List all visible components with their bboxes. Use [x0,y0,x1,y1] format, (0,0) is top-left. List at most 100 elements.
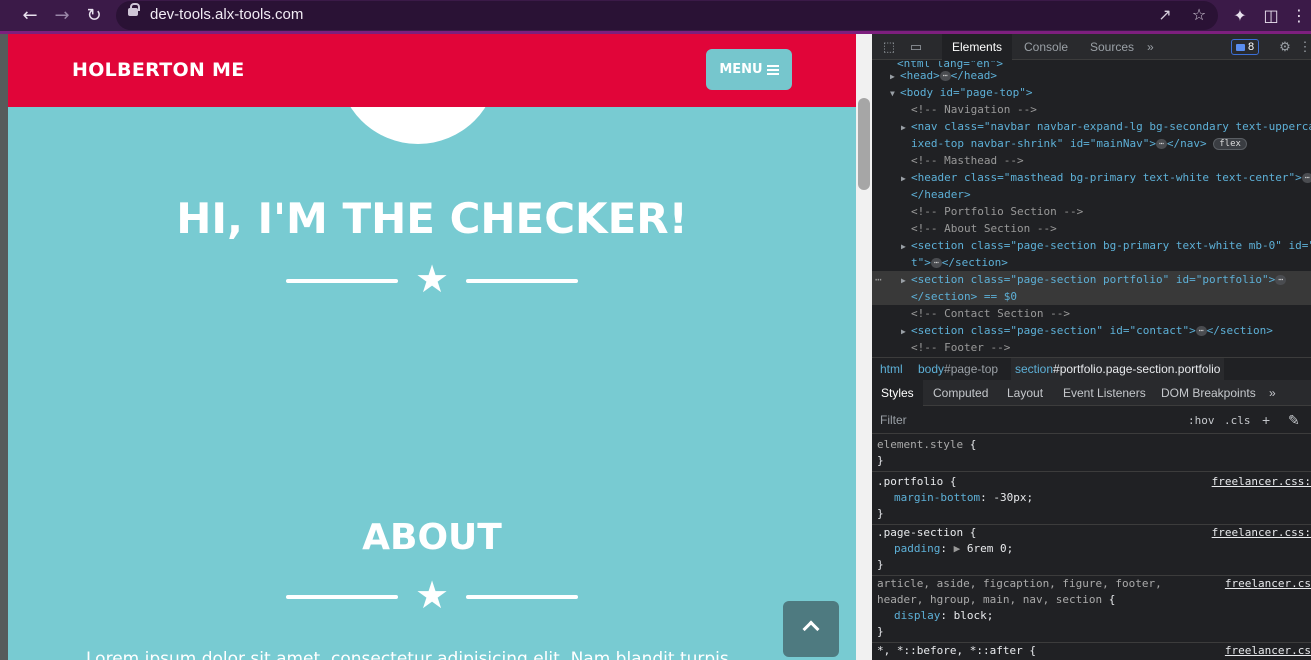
rule-selector-cont[interactable]: header, hgroup, main, nav, section { [877,592,1115,608]
paint-brush-icon[interactable]: ✎ [1288,407,1300,434]
tab-styles[interactable]: Styles [872,380,923,406]
breadcrumb-body[interactable]: body#page-top [918,358,998,380]
rule-source-link[interactable]: freelancer.css: [1212,474,1311,490]
side-panel-icon[interactable]: ◫ [1259,4,1283,28]
cls-toggle[interactable]: .cls [1224,407,1251,434]
issues-badge[interactable]: 8 [1231,39,1260,55]
collapsed-ellipsis-icon[interactable]: ⋯ [930,258,942,268]
browser-menu-icon[interactable]: ⋮ [1287,4,1311,28]
bookmark-star-icon[interactable]: ☆ [1188,4,1210,26]
site-brand[interactable]: HOLBERTON ME [72,59,245,81]
more-tabs-icon[interactable]: » [1137,34,1164,60]
forward-arrow-icon[interactable]: → [50,4,74,28]
tab-elements[interactable]: Elements [942,34,1013,60]
collapsed-ellipsis-icon[interactable]: ⋯ [1195,326,1207,336]
collapsed-ellipsis-icon[interactable]: ⋯ [1156,139,1167,149]
dom-node[interactable]: ▶ <section class="page-section" id="conta… [872,322,1311,339]
add-rule-plus-icon[interactable]: + [1262,407,1270,434]
dom-comment-text: <!-- Contact Section --> [911,307,1070,320]
more-subtabs-icon[interactable]: » [1260,380,1285,406]
scrollbar-thumb[interactable] [858,98,870,190]
collapsed-ellipsis-icon[interactable]: ⋯ [1275,275,1287,285]
devtools-menu-icon[interactable]: ⋮ [1296,38,1311,56]
dom-node-selected-cont[interactable]: </section> == $0 [872,288,1311,305]
expand-triangle-icon[interactable]: ▶ [890,68,900,85]
page-scrollbar[interactable] [856,34,872,660]
property-name: margin-bottom [894,491,981,504]
reload-icon[interactable]: ↻ [82,4,106,28]
breadcrumb-html[interactable]: html [880,358,903,380]
breadcrumb-section[interactable]: section#portfolio.page-section.portfolio [1011,358,1225,380]
address-bar[interactable]: dev-tools.alx-tools.com ↗ ☆ [116,1,1218,30]
dom-node[interactable]: ▶ <head> ⋯ </head> [872,67,1311,84]
collapsed-ellipsis-icon[interactable]: ⋯ [939,71,951,81]
property-name: padding [894,542,941,555]
expand-triangle-icon[interactable]: ▶ [901,323,911,340]
selector-text: header, hgroup, main, nav, section [877,593,1103,606]
expand-triangle-icon[interactable]: ▶ [901,119,911,136]
inspect-element-icon[interactable]: ⬚ [880,38,898,56]
rule-close: } [877,625,884,638]
hov-toggle[interactable]: :hov [1188,407,1215,434]
site-navbar: HOLBERTON ME MENU [8,34,856,107]
expand-triangle-icon[interactable]: ▶ [901,170,911,187]
property-value: 6rem 0; [966,542,1014,555]
url-text[interactable]: dev-tools.alx-tools.com [150,6,303,23]
dom-comment[interactable]: <!-- About Section --> [872,220,1311,237]
dom-node-text: <body id="page-top"> [900,86,1033,99]
rule-source-link[interactable]: freelancer.css: [1212,525,1311,541]
tab-sources[interactable]: Sources [1080,34,1144,60]
settings-gear-icon[interactable]: ⚙ [1276,38,1294,56]
rule-selector[interactable]: article, aside, figcaption, figure, foot… [877,576,1162,592]
dom-node[interactable]: ▶ <header class="masthead bg-primary text… [872,169,1311,186]
collapsed-ellipsis-icon[interactable]: ⋯ [1301,173,1311,183]
extensions-puzzle-icon[interactable]: ✦ [1228,4,1252,28]
collapse-triangle-icon[interactable]: ▼ [890,85,900,102]
tab-console[interactable]: Console [1014,34,1078,60]
dom-node[interactable]: ▼ <body id="page-top"> [872,84,1311,101]
rule-source-link[interactable]: freelancer.cs [1225,643,1311,659]
star-icon: ★ [414,257,450,301]
message-icon [1236,43,1245,51]
dom-comment[interactable]: <!-- Navigation --> [872,101,1311,118]
back-arrow-icon[interactable]: ← [18,4,42,28]
rule-property[interactable]: padding: ▶ 6rem 0; [894,541,1013,557]
scroll-to-top-button[interactable] [783,601,839,657]
about-text: Lorem ipsum dolor sit amet, consectetur … [86,649,729,660]
rule-selector[interactable]: element.style { [877,437,976,453]
dom-node-cont[interactable]: </header> [872,186,1311,203]
flex-badge[interactable]: flex [1213,138,1247,150]
dom-node[interactable]: ▶ <nav class="navbar navbar-expand-lg bg-… [872,118,1311,135]
rule-selector[interactable]: *, *::before, *::after { [877,643,1036,659]
lock-icon[interactable] [128,3,140,16]
dom-node-cont[interactable]: t"> ⋯ </section> [872,254,1311,271]
rule-source-link[interactable]: freelancer.cs [1225,576,1311,592]
menu-button[interactable]: MENU [706,49,792,90]
device-toolbar-icon[interactable]: ▭ [907,38,925,56]
rule-selector[interactable]: .portfolio { [877,474,956,490]
share-icon[interactable]: ↗ [1154,4,1176,26]
tab-dom-breakpoints[interactable]: DOM Breakpoints [1152,380,1265,406]
styles-filter-input[interactable]: Filter [880,407,907,434]
rule-selector[interactable]: .page-section { [877,525,976,541]
dom-tree[interactable]: <html lang="en"> ▶ <head> ⋯ </head> ▼ <body … [872,61,1311,355]
rule-property[interactable]: margin-bottom: -30px; [894,490,1033,506]
tab-computed[interactable]: Computed [924,380,997,406]
dom-comment[interactable]: <!-- Portfolio Section --> [872,203,1311,220]
dom-node[interactable]: ▶ <section class="page-section bg-primary… [872,237,1311,254]
dom-node-text: </header> [911,188,971,201]
dom-comment[interactable]: <!-- Contact Section --> [872,305,1311,322]
dom-comment-text: <!-- Portfolio Section --> [911,205,1084,218]
node-menu-ellipsis-icon[interactable]: ⋯ [875,271,901,288]
rule-property[interactable]: display: block; [894,608,993,624]
expand-triangle-icon[interactable]: ▶ [901,272,911,289]
expand-shorthand-icon[interactable]: ▶ [954,542,967,555]
tab-event-listeners[interactable]: Event Listeners [1054,380,1155,406]
expand-triangle-icon[interactable]: ▶ [901,238,911,255]
dom-node-selected[interactable]: ⋯ ▶ <section class="page-section portfolio… [872,271,1311,288]
dom-comment[interactable]: <!-- Masthead --> [872,152,1311,169]
dom-comment[interactable]: <!-- Footer --> [872,339,1311,355]
dom-node-cont[interactable]: ixed-top navbar-shrink" id="mainNav"> ⋯ </… [872,135,1311,152]
divider-line-left [286,595,398,599]
tab-layout[interactable]: Layout [998,380,1052,406]
